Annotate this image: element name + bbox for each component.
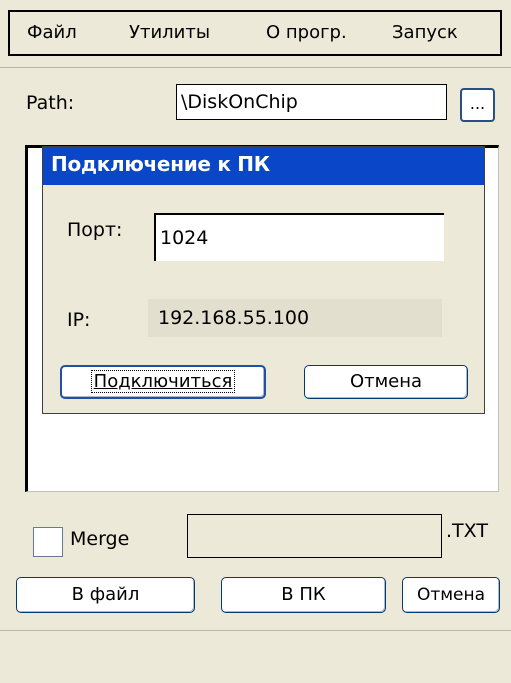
merge-label: Merge <box>70 528 130 550</box>
path-input[interactable]: \DiskOnChip <box>176 84 447 120</box>
to-pc-button[interactable]: В ПК <box>221 577 386 613</box>
menu-item-about[interactable]: О прогр. <box>266 12 347 54</box>
connect-dialog: Подключение к ПК Порт: 1024 IP: 192.168.… <box>42 146 485 414</box>
connect-button[interactable]: Подключиться <box>60 365 266 399</box>
dialog-cancel-button[interactable]: Отмена <box>304 365 468 399</box>
merge-checkbox[interactable] <box>33 527 63 557</box>
merge-filename-input[interactable] <box>187 514 442 558</box>
menu-item-file[interactable]: Файл <box>27 12 77 54</box>
extension-label: .TXT <box>446 520 488 542</box>
browse-button[interactable]: ... <box>460 88 495 122</box>
status-bar <box>0 630 511 683</box>
port-input-value: 1024 <box>160 227 209 249</box>
ip-value: 192.168.55.100 <box>158 307 310 329</box>
cancel-button[interactable]: Отмена <box>402 577 500 613</box>
to-file-button[interactable]: В файл <box>16 577 195 613</box>
port-input[interactable]: 1024 <box>154 213 444 261</box>
menu-item-run[interactable]: Запуск <box>392 12 458 54</box>
path-label: Path: <box>26 92 75 114</box>
dialog-title: Подключение к ПК <box>51 152 270 176</box>
dialog-title-bar: Подключение к ПК <box>43 147 484 185</box>
path-input-value: \DiskOnChip <box>181 91 298 113</box>
menu-bar: Файл Утилиты О прогр. Запуск <box>0 0 511 68</box>
menu-bar-frame: Файл Утилиты О прогр. Запуск <box>8 10 502 56</box>
ip-value-box: 192.168.55.100 <box>148 299 442 337</box>
connect-button-label: Подключиться <box>90 370 236 393</box>
menu-item-utilities[interactable]: Утилиты <box>129 12 210 54</box>
port-label: Порт: <box>67 219 123 241</box>
ip-label: IP: <box>67 309 91 331</box>
